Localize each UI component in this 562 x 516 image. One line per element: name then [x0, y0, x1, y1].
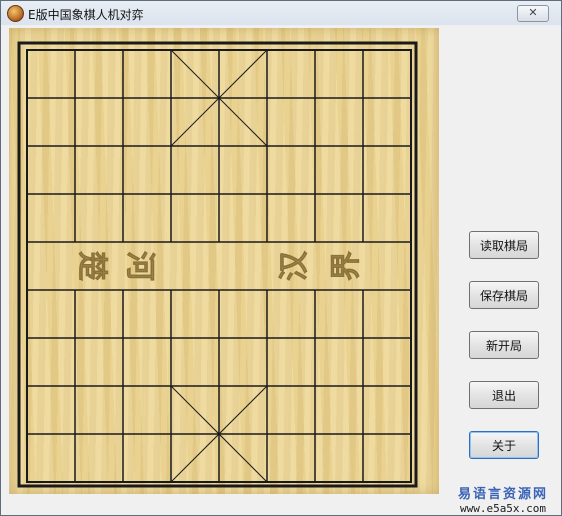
about-button[interactable]: 关于 — [469, 431, 539, 459]
river-char-4: 界 — [329, 251, 364, 281]
close-button[interactable]: ✕ — [517, 5, 549, 22]
title-bar[interactable]: E版中国象棋人机对弈 ✕ — [1, 1, 561, 25]
app-window: E版中国象棋人机对弈 ✕ 楚 河 汉 界 读取棋局 保存棋局 新开局 退出 关于 — [0, 0, 562, 516]
load-game-button[interactable]: 读取棋局 — [469, 231, 539, 259]
watermark: 易语言资源网 www.e5a5x.com — [447, 483, 559, 515]
river-char-3: 汉 — [277, 250, 312, 281]
river-char-1: 楚 — [74, 251, 109, 281]
watermark-site-name: 易语言资源网 — [457, 487, 548, 502]
window-title: E版中国象棋人机对弈 — [28, 8, 144, 22]
watermark-url: www.e5a5x.com — [459, 502, 547, 515]
board-grid: 楚 河 汉 界 — [17, 41, 418, 488]
new-game-button[interactable]: 新开局 — [469, 331, 539, 359]
chess-board[interactable]: 楚 河 汉 界 — [9, 28, 439, 494]
save-game-button[interactable]: 保存棋局 — [469, 281, 539, 309]
river-char-2: 河 — [122, 251, 157, 281]
chess-app-icon — [7, 5, 24, 22]
exit-button[interactable]: 退出 — [469, 381, 539, 409]
